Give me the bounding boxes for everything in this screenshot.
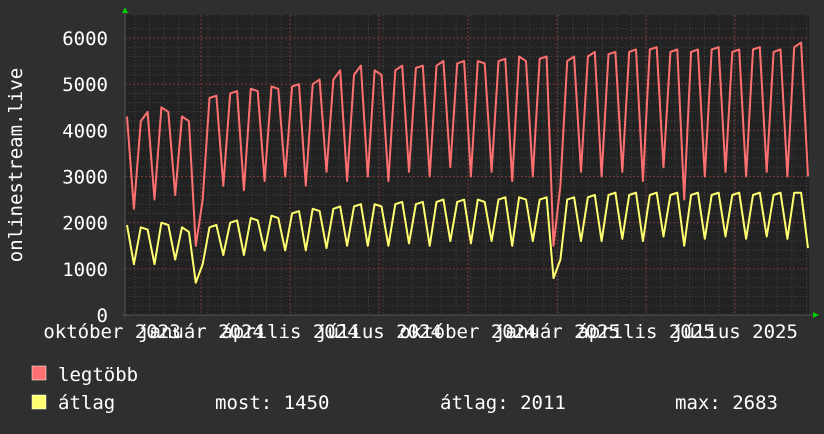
y-tick-label: 4000 <box>62 120 108 142</box>
x-tick-label: július 2025 <box>672 321 798 343</box>
y-tick-label: 6000 <box>62 28 108 50</box>
x-axis-arrow-icon <box>813 312 819 318</box>
y-axis-label: onlinestream.live <box>5 68 27 262</box>
legend-swatch-avg <box>31 394 47 410</box>
y-tick-label: 1000 <box>62 259 108 281</box>
legend-swatch-max <box>31 365 47 381</box>
y-tick-label: 2000 <box>62 213 108 235</box>
legend-label-max: legtöbb <box>58 364 138 386</box>
y-tick-label: 3000 <box>62 167 108 189</box>
stat-avg: átlag: 2011 <box>440 392 566 414</box>
y-axis-ticks: 0100020003000400050006000 <box>62 28 108 327</box>
chart: 0100020003000400050006000 október 2023ja… <box>5 7 819 414</box>
stat-now: most: 1450 <box>215 392 329 414</box>
y-tick-label: 5000 <box>62 74 108 96</box>
y-axis-arrow-icon <box>122 7 128 13</box>
legend-label-avg: átlag <box>58 392 115 414</box>
x-axis-ticks: október 2023január 2024április 2024júliu… <box>43 321 798 343</box>
stat-max: max: 2683 <box>675 392 778 414</box>
